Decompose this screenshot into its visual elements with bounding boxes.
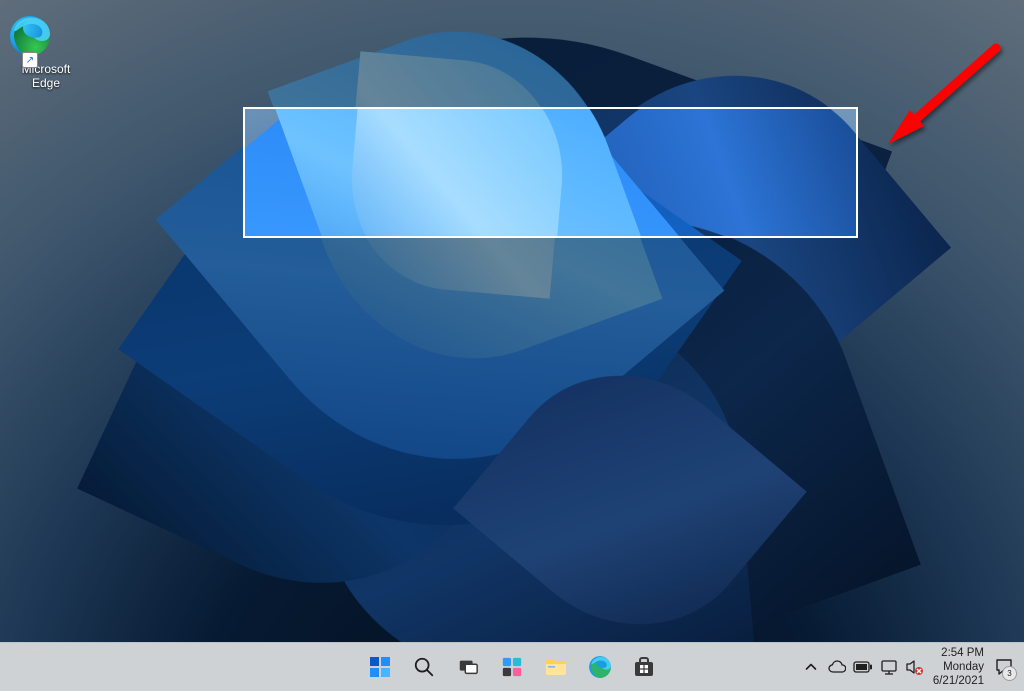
taskbar: 2:54 PM Monday 6/21/2021 3 xyxy=(0,642,1024,691)
task-view-button[interactable] xyxy=(448,647,488,687)
widgets-button[interactable] xyxy=(492,647,532,687)
network-tray-icon[interactable] xyxy=(877,647,901,687)
notification-count-badge: 3 xyxy=(1002,666,1017,681)
widgets-icon xyxy=(501,656,523,678)
microsoft-store-button[interactable] xyxy=(624,647,664,687)
folder-icon xyxy=(544,656,568,678)
volume-tray-icon[interactable] xyxy=(903,647,927,687)
cloud-icon xyxy=(828,660,846,674)
desktop-icon-label: Microsoft Edge xyxy=(8,62,84,90)
edge-icon xyxy=(588,655,612,679)
chevron-up-icon xyxy=(805,661,817,673)
task-view-icon xyxy=(457,656,479,678)
edge-taskbar-button[interactable] xyxy=(580,647,620,687)
battery-icon xyxy=(853,661,873,673)
show-hidden-icons-button[interactable] xyxy=(799,647,823,687)
clock-day: Monday xyxy=(933,660,984,674)
file-explorer-button[interactable] xyxy=(536,647,576,687)
snip-selection-content xyxy=(245,109,856,236)
battery-tray-icon[interactable] xyxy=(851,647,875,687)
windows-logo-icon xyxy=(368,655,392,679)
snip-selection[interactable] xyxy=(243,107,858,238)
start-button[interactable] xyxy=(360,647,400,687)
onedrive-tray-icon[interactable] xyxy=(825,647,849,687)
clock-date: 6/21/2021 xyxy=(933,674,984,688)
volume-muted-icon xyxy=(906,659,924,675)
snip-dim-overlay xyxy=(0,0,1024,691)
search-button[interactable] xyxy=(404,647,444,687)
store-icon xyxy=(632,655,656,679)
taskbar-center xyxy=(360,643,664,691)
desktop-icon-microsoft-edge[interactable]: ↗ Microsoft Edge xyxy=(8,14,84,90)
network-icon xyxy=(880,659,898,675)
shortcut-arrow-icon: ↗ xyxy=(22,52,38,68)
search-icon xyxy=(413,656,435,678)
system-tray: 2:54 PM Monday 6/21/2021 3 xyxy=(799,643,1018,691)
clock-time: 2:54 PM xyxy=(933,646,984,660)
notifications-button[interactable]: 3 xyxy=(990,647,1018,687)
taskbar-clock[interactable]: 2:54 PM Monday 6/21/2021 xyxy=(929,646,988,688)
